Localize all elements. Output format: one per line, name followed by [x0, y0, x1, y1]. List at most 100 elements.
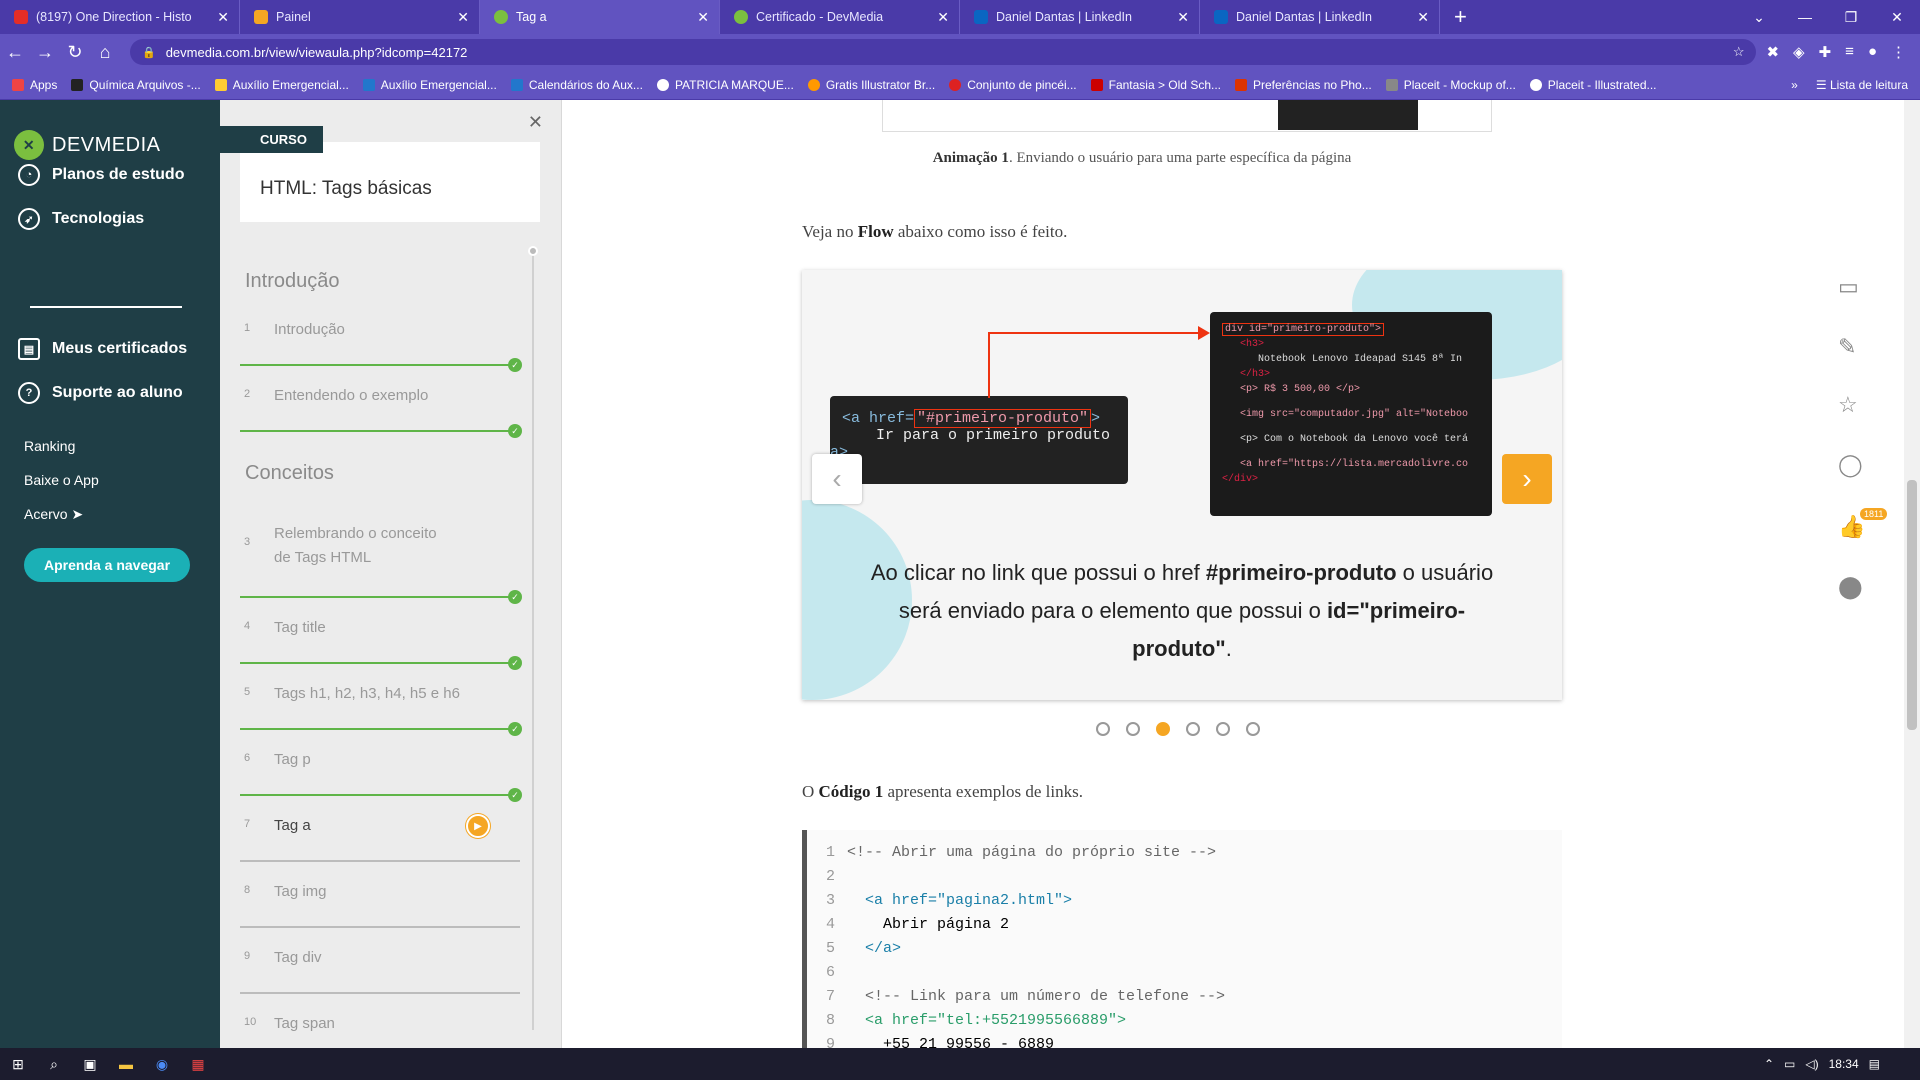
check-circle-icon[interactable]: ◯ [1838, 452, 1863, 478]
minimize-button[interactable]: — [1782, 0, 1828, 34]
back-icon[interactable]: ← [0, 42, 30, 63]
windows-start-icon[interactable]: ⊞ [0, 1048, 36, 1080]
sidebar-link-ranking[interactable]: Ranking [24, 438, 75, 454]
browser-tab[interactable]: (8197) One Direction - Histo ✕ [0, 0, 240, 34]
bookmark-item[interactable]: Placeit - Mockup of... [1385, 78, 1516, 92]
lesson-item[interactable]: 10 Tag span [240, 994, 520, 1048]
app-icon[interactable]: ▦ [180, 1048, 216, 1080]
lesson-item[interactable]: 4 Tag title ✓ [240, 598, 522, 670]
slide-prev-button[interactable]: ‹ [812, 454, 862, 504]
lesson-item[interactable]: 1 Introdução ✓ [240, 300, 522, 372]
slide-dot[interactable] [1186, 722, 1200, 736]
slide-pagination [1096, 722, 1260, 736]
notes-icon[interactable]: ✎ [1838, 334, 1856, 360]
menu-icon[interactable]: ⋮ [1891, 43, 1906, 61]
browser-tab[interactable]: Daniel Dantas | LinkedIn ✕ [960, 0, 1200, 34]
slide-dot-active[interactable] [1156, 722, 1170, 736]
reload-icon[interactable]: ↻ [60, 42, 90, 63]
bookmark-item[interactable]: Auxílio Emergencial... [362, 78, 497, 92]
puzzle-icon[interactable]: ✚ [1819, 43, 1832, 61]
chrome-icon[interactable]: ◉ [144, 1048, 180, 1080]
bookmark-item[interactable]: Fantasia > Old Sch... [1090, 78, 1221, 92]
notification-icon[interactable]: ▤ [1869, 1057, 1880, 1071]
slide-dot[interactable] [1126, 722, 1140, 736]
close-tab-icon[interactable]: ✕ [217, 9, 229, 26]
bookmark-item[interactable]: Auxílio Emergencial... [214, 78, 349, 92]
code-line: 7 <!-- Link para um número de telefone -… [825, 987, 1226, 1005]
more-bookmarks-icon[interactable]: » [1791, 78, 1798, 92]
comment-icon[interactable]: ▭ [1838, 274, 1859, 300]
devmedia-logo[interactable]: ✕ DEVMEDIA [14, 130, 160, 160]
url-bar[interactable]: 🔒 devmedia.com.br/view/viewaula.php?idcom… [130, 39, 1757, 65]
file-explorer-icon[interactable]: ▬ [108, 1048, 144, 1080]
volume-icon[interactable]: ◁) [1805, 1057, 1818, 1071]
sidebar-link-app[interactable]: Baixe o App [24, 472, 99, 488]
slide-next-button[interactable]: › [1502, 454, 1552, 504]
browser-tab[interactable]: Painel ✕ [240, 0, 480, 34]
reading-list-button[interactable]: ☰ Lista de leitura [1816, 78, 1908, 92]
task-view-icon[interactable]: ▣ [72, 1048, 108, 1080]
sidebar-item-planos[interactable]: ◔ Planos de estudo [18, 164, 184, 186]
scrollbar-thumb[interactable] [1907, 480, 1917, 730]
close-window-button[interactable]: ✕ [1874, 0, 1920, 34]
page-scrollbar[interactable] [1904, 100, 1920, 1048]
maximize-button[interactable]: ❐ [1828, 0, 1874, 34]
bookmark-item[interactable]: PATRICIA MARQUE... [656, 78, 794, 92]
close-icon[interactable]: ✕ [528, 112, 543, 133]
network-icon[interactable]: ▭ [1784, 1057, 1795, 1071]
star-icon[interactable]: ☆ [1733, 44, 1745, 60]
extension-icon[interactable]: ✖ [1766, 43, 1779, 61]
bookmark-item[interactable]: Química Arquivos -... [71, 78, 201, 92]
close-tab-icon[interactable]: ✕ [1177, 9, 1189, 26]
sidebar-item-suporte[interactable]: ? Suporte ao aluno [18, 382, 183, 404]
bookmark-item[interactable]: Preferências no Pho... [1235, 78, 1372, 92]
bookmark-item[interactable]: Gratis Illustrator Br... [807, 78, 935, 92]
share-icon[interactable]: ⬤ [1838, 574, 1863, 600]
home-icon[interactable]: ⌂ [90, 42, 120, 63]
likes-count: 1811 [1860, 508, 1888, 520]
scroll-handle[interactable] [528, 246, 538, 256]
new-tab-button[interactable]: + [1440, 0, 1481, 34]
play-icon[interactable]: ▶ [466, 814, 490, 838]
bookmark-item[interactable]: Calendários do Aux... [510, 78, 643, 92]
lesson-item[interactable]: 5 Tags h1, h2, h3, h4, h5 e h6 ✓ [240, 664, 522, 736]
sidebar-item-tecnologias[interactable]: ➶ Tecnologias [18, 208, 144, 230]
browser-tab[interactable]: Daniel Dantas | LinkedIn ✕ [1200, 0, 1440, 34]
slide-dot[interactable] [1246, 722, 1260, 736]
clock[interactable]: 18:34 [1829, 1057, 1859, 1071]
avatar[interactable]: ● [1868, 43, 1877, 61]
lesson-item-current[interactable]: 7 Tag a ▶ [240, 796, 520, 862]
close-tab-icon[interactable]: ✕ [1417, 9, 1429, 26]
profile-menu-icon[interactable]: ⌄ [1736, 0, 1782, 34]
tray-expand-icon[interactable]: ⌃ [1764, 1057, 1774, 1071]
painel-icon [254, 10, 268, 24]
reading-list-icon[interactable]: ≡ [1845, 43, 1854, 61]
learn-navigate-button[interactable]: Aprenda a navegar [24, 548, 190, 582]
code-line: 2 [825, 867, 835, 885]
star-icon[interactable]: ☆ [1838, 392, 1858, 418]
bookmark-item[interactable]: Placeit - Illustrated... [1529, 78, 1657, 92]
browser-tab-active[interactable]: Tag a ✕ [480, 0, 720, 34]
close-tab-icon[interactable]: ✕ [937, 9, 949, 26]
search-icon[interactable]: ⌕ [36, 1048, 72, 1080]
lesson-item[interactable]: 9 Tag div [240, 928, 520, 994]
extension-icon[interactable]: ◈ [1793, 43, 1805, 61]
slide-dot[interactable] [1096, 722, 1110, 736]
lesson-item[interactable]: 3 Relembrando o conceito de Tags HTML ✓ [240, 504, 522, 604]
close-tab-icon[interactable]: ✕ [457, 9, 469, 26]
lock-icon: 🔒 [142, 46, 156, 59]
scroll-track [532, 250, 534, 1030]
bookmark-item[interactable]: Apps [12, 78, 57, 92]
slide-dot[interactable] [1216, 722, 1230, 736]
bookmark-item[interactable]: Conjunto de pincéi... [949, 78, 1077, 92]
lesson-item[interactable]: 6 Tag p ✓ [240, 730, 522, 802]
sidebar-link-acervo[interactable]: Acervo ➤ [24, 506, 83, 523]
lesson-item[interactable]: 8 Tag img [240, 862, 520, 928]
window-controls: ⌄ — ❐ ✕ [1736, 0, 1920, 34]
forward-icon[interactable]: → [30, 42, 60, 63]
lesson-item[interactable]: 2 Entendendo o exemplo ✓ [240, 366, 522, 438]
sidebar-item-certificados[interactable]: ▤ Meus certificados [18, 338, 187, 360]
close-tab-icon[interactable]: ✕ [697, 9, 709, 26]
sidebar-divider [30, 306, 182, 308]
browser-tab[interactable]: Certificado - DevMedia ✕ [720, 0, 960, 34]
